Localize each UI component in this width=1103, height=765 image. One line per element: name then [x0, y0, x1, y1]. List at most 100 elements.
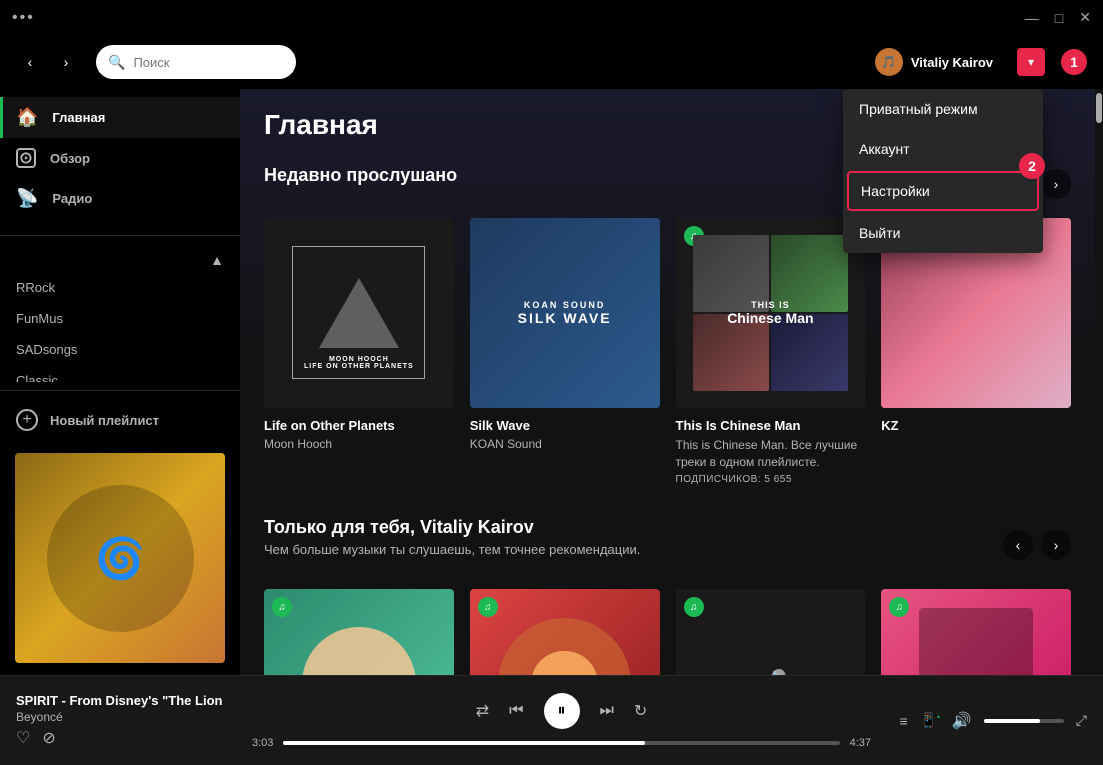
back-button[interactable]: ‹	[16, 48, 44, 76]
rec-card-image-4: ♫	[881, 589, 1071, 675]
sidebar-item-label: Главная	[52, 110, 105, 125]
next-button[interactable]: ⏭	[600, 702, 614, 720]
maximize-button[interactable]: □	[1055, 10, 1063, 26]
for-you-prev-button[interactable]: ‹	[1003, 530, 1033, 560]
sidebar-divider	[0, 235, 240, 236]
step-badge-2-container: 2	[1019, 153, 1045, 179]
minimize-button[interactable]: —	[1025, 10, 1039, 26]
home-icon: 🏠	[16, 107, 38, 128]
rec-card-4[interactable]: ♫	[881, 589, 1071, 675]
playlist-item-sadsongs[interactable]: SADsongs	[0, 334, 240, 365]
progress-bar-container: 3:03 4:37	[252, 737, 871, 749]
pause-button[interactable]: ⏸	[544, 693, 580, 729]
forward-button[interactable]: ›	[52, 48, 80, 76]
repeat-button[interactable]: ↻	[634, 701, 647, 721]
volume-icon[interactable]: 🔊	[952, 711, 972, 731]
dropdown-menu: Приватный режим Аккаунт Настройки Выйти	[843, 89, 1043, 253]
current-time: 3:03	[252, 737, 273, 749]
devices-connect-icon[interactable]: 📱•	[920, 712, 940, 729]
card-kz[interactable]: KZ	[881, 218, 1071, 485]
sidebar-album-art: 🌀	[15, 453, 225, 663]
playlist-item-classic[interactable]: Classic	[0, 365, 240, 382]
volume-bar[interactable]	[984, 719, 1064, 723]
spotify-badge-rec2: ♫	[478, 597, 498, 617]
devices-icon[interactable]: ⊘	[42, 728, 55, 748]
rec-card-3[interactable]: ♫ 🎤	[676, 589, 866, 675]
user-area[interactable]: 🎵 Vitaliy Kairov	[871, 44, 1001, 80]
scrollbar[interactable]	[1095, 89, 1103, 675]
radio-icon: 📡	[16, 188, 38, 209]
search-bar[interactable]: 🔍	[96, 45, 296, 79]
card-image-silk: KOAN SOUNDSILK WAVE	[470, 218, 660, 408]
playlist-item-funmus[interactable]: FunMus	[0, 303, 240, 334]
card-title: KZ	[881, 418, 1071, 433]
rec-card-image-2: ♫	[470, 589, 660, 675]
rec-card-image-3: ♫ 🎤	[676, 589, 866, 675]
card-image-life: MOON HOOCHLIFE ON OTHER PLANETS	[264, 218, 454, 408]
for-you-section: Только для тебя, Vitaliy Kairov Чем боль…	[264, 517, 1071, 675]
fullscreen-icon[interactable]: ⤢	[1076, 712, 1087, 729]
playlist-item-rrock[interactable]: RRock	[0, 272, 240, 303]
sidebar-divider-2	[0, 390, 240, 391]
progress-track[interactable]	[283, 741, 839, 745]
top-bar: ‹ › 🔍 🎵 Vitaliy Kairov ▾ 1	[0, 35, 1103, 89]
title-bar-controls: — □ ✕	[1025, 9, 1091, 26]
add-playlist-button[interactable]: + Новый плейлист	[0, 399, 240, 441]
chevron-down-icon: ▾	[1028, 55, 1034, 69]
sidebar-item-browse[interactable]: ⊙ Обзор	[0, 138, 240, 178]
app-container: ‹ › 🔍 🎵 Vitaliy Kairov ▾ 1 🏠 Главная	[0, 35, 1103, 765]
card-subtitle: Moon Hooch	[264, 437, 454, 451]
close-button[interactable]: ✕	[1079, 9, 1091, 26]
player-track-title: SPIRIT - From Disney's "The Lion	[16, 693, 236, 708]
card-title: Silk Wave	[470, 418, 660, 433]
scrollbar-thumb[interactable]	[1096, 93, 1102, 123]
total-time: 4:37	[850, 737, 871, 749]
dropdown-item-account[interactable]: Аккаунт	[843, 129, 1043, 169]
step-badge-2: 2	[1019, 153, 1045, 179]
sidebar-nav: 🏠 Главная ⊙ Обзор 📡 Радио	[0, 89, 240, 227]
dropdown-item-private[interactable]: Приватный режим	[843, 89, 1043, 129]
queue-icon[interactable]: ≡	[899, 713, 907, 729]
search-input[interactable]	[133, 55, 284, 70]
user-name: Vitaliy Kairov	[911, 55, 993, 70]
search-icon: 🔍	[108, 54, 125, 71]
for-you-title-block: Только для тебя, Vitaliy Kairov Чем боль…	[264, 517, 640, 573]
playlist-list: RRock FunMus SADsongs Classic #Throwback…	[0, 272, 240, 382]
add-playlist-label: Новый плейлист	[50, 413, 159, 428]
for-you-nav: ‹ ›	[1003, 530, 1071, 560]
rec-card-1[interactable]: ♫	[264, 589, 454, 675]
sidebar: 🏠 Главная ⊙ Обзор 📡 Радио ▲ RRock	[0, 89, 240, 675]
title-bar: ••• — □ ✕	[0, 0, 1103, 35]
shuffle-button[interactable]: ⇄	[476, 701, 489, 721]
dropdown-item-logout[interactable]: Выйти	[843, 213, 1043, 253]
card-life-on-other-planets[interactable]: MOON HOOCHLIFE ON OTHER PLANETS Life on …	[264, 218, 454, 485]
player-right: ≡ 📱• 🔊 ⤢	[887, 711, 1087, 731]
browse-icon: ⊙	[16, 148, 36, 168]
card-desc: This is Chinese Man. Все лучшие треки в …	[676, 437, 866, 471]
playlist-collapse-icon[interactable]: ▲	[210, 252, 224, 268]
dropdown-toggle-button[interactable]: ▾	[1017, 48, 1045, 76]
step-badge-1: 1	[1061, 49, 1087, 75]
card-title: This Is Chinese Man	[676, 418, 866, 433]
for-you-section-header: Только для тебя, Vitaliy Kairov Чем боль…	[264, 517, 1071, 573]
volume-fill	[984, 719, 1040, 723]
settings-label: Настройки	[861, 183, 930, 199]
for-you-next-button[interactable]: ›	[1041, 530, 1071, 560]
card-chinese-man[interactable]: ♫ THIS IS Chinese Man	[676, 218, 866, 485]
prev-button[interactable]: ⏮	[509, 702, 523, 720]
spotify-badge-rec3: ♫	[684, 597, 704, 617]
section-next-button[interactable]: ›	[1041, 169, 1071, 199]
add-circle-icon: +	[16, 409, 38, 431]
sidebar-item-label: Обзор	[50, 151, 90, 166]
card-title: Life on Other Planets	[264, 418, 454, 433]
dropdown-item-settings[interactable]: Настройки	[847, 171, 1039, 211]
for-you-subtitle: Чем больше музыки ты слушаешь, тем точне…	[264, 542, 640, 557]
card-silk-wave[interactable]: KOAN SOUNDSILK WAVE Silk Wave KOAN Sound	[470, 218, 660, 485]
rec-card-2[interactable]: ♫	[470, 589, 660, 675]
card-subtitle: KOAN Sound	[470, 437, 660, 451]
sidebar-item-home[interactable]: 🏠 Главная	[0, 97, 240, 138]
sidebar-item-radio[interactable]: 📡 Радио	[0, 178, 240, 219]
heart-icon[interactable]: ♡	[16, 728, 30, 748]
title-bar-dots: •••	[12, 9, 35, 27]
for-you-title: Только для тебя, Vitaliy Kairov	[264, 517, 640, 538]
